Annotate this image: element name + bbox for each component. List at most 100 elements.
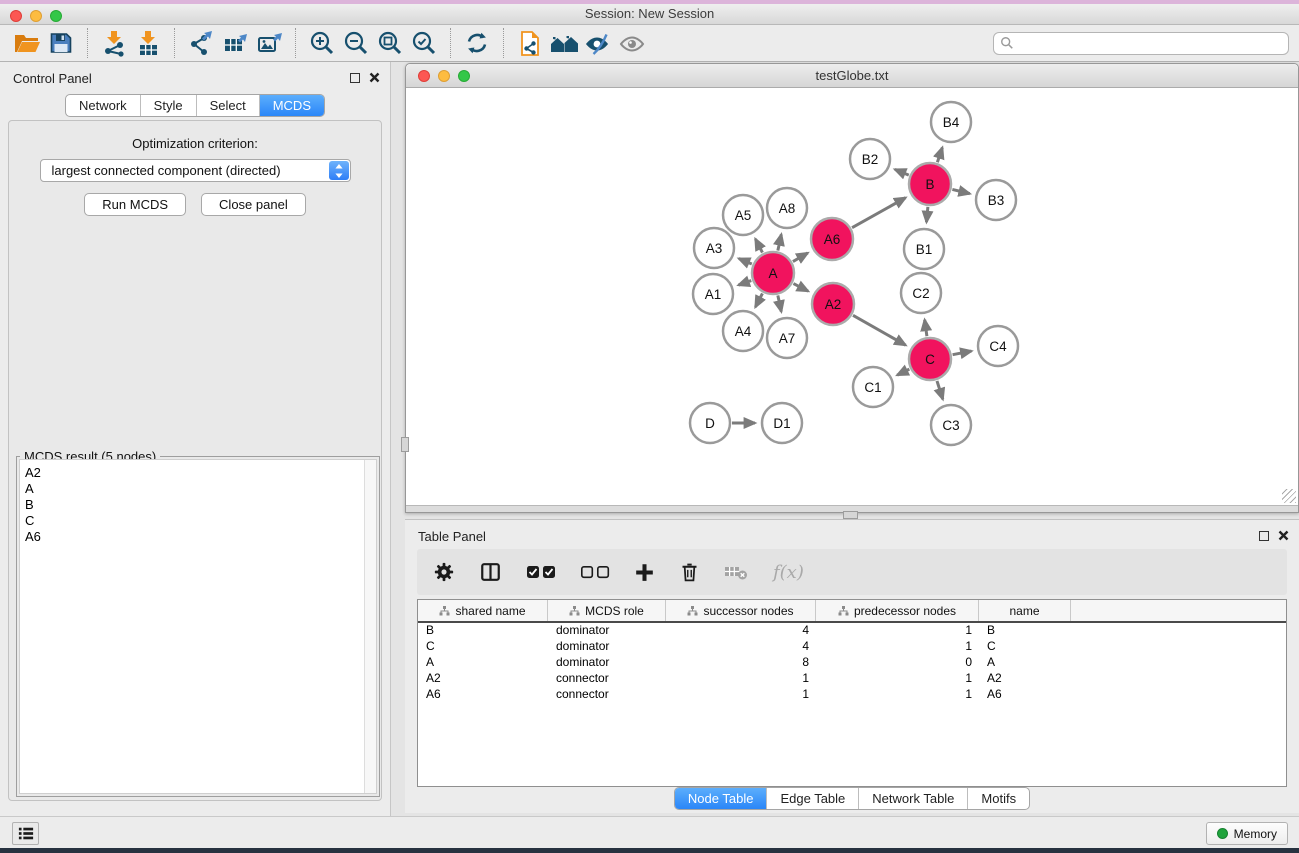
run-mcds-button[interactable]: Run MCDS — [84, 193, 186, 216]
graph-node-A2[interactable]: A2 — [812, 283, 854, 325]
table-cell[interactable]: A6 — [418, 687, 548, 703]
table-cell[interactable]: 1 — [666, 671, 816, 687]
tab-style[interactable]: Style — [140, 95, 196, 116]
select-all-button[interactable] — [526, 564, 556, 580]
zoom-in-button[interactable] — [305, 27, 339, 59]
graph-node-A5[interactable]: A5 — [723, 195, 763, 235]
graph-edge-A-A2[interactable] — [793, 284, 808, 292]
tab-mcds[interactable]: MCDS — [259, 95, 324, 116]
graph-edge-A-A6[interactable] — [793, 253, 808, 262]
close-table-panel-icon[interactable] — [1278, 530, 1289, 541]
graph-node-A3[interactable]: A3 — [694, 228, 734, 268]
open-session-file-button[interactable] — [513, 27, 547, 59]
table-cell[interactable]: connector — [548, 671, 666, 687]
table-cell[interactable]: A2 — [418, 671, 548, 687]
deselect-all-button[interactable] — [580, 564, 610, 580]
table-row[interactable]: Bdominator41B — [418, 623, 1286, 639]
network-graph[interactable]: B4B2BB3A8A5A6B1A3AC2A1A2A4A7C4CC1C3DD1 — [406, 88, 1298, 505]
graph-node-A[interactable]: A — [752, 252, 794, 294]
hide-selected-button[interactable] — [581, 27, 615, 59]
graph-edge-C-C3[interactable] — [937, 381, 943, 399]
window-resize-grip[interactable] — [1282, 489, 1296, 503]
tab-network-table[interactable]: Network Table — [858, 788, 967, 809]
table-cell[interactable]: B — [418, 623, 548, 639]
network-minimize-button[interactable] — [438, 70, 450, 82]
table-row[interactable]: Adominator80A — [418, 655, 1286, 671]
graph-edge-A-A1[interactable] — [738, 281, 751, 285]
table-row[interactable]: Cdominator41C — [418, 639, 1286, 655]
graph-edge-A6-B[interactable] — [852, 198, 906, 228]
graph-edge-C-C2[interactable] — [925, 320, 927, 336]
graph-edge-A2-C[interactable] — [853, 315, 906, 345]
export-table-button[interactable] — [218, 27, 252, 59]
column-header-shared-name[interactable]: shared name — [418, 600, 548, 621]
graph-node-B4[interactable]: B4 — [931, 102, 971, 142]
graph-edge-B-B4[interactable] — [937, 148, 942, 163]
column-header-MCDS-role[interactable]: MCDS role — [548, 600, 666, 621]
result-item[interactable]: B — [25, 497, 376, 513]
column-header-name[interactable]: name — [979, 600, 1071, 621]
graph-node-A8[interactable]: A8 — [767, 188, 807, 228]
open-session-button[interactable] — [10, 27, 44, 59]
graph-edge-A-A4[interactable] — [755, 293, 762, 307]
export-network-button[interactable] — [184, 27, 218, 59]
table-cell[interactable]: 1 — [816, 687, 979, 703]
table-cell[interactable]: 1 — [816, 639, 979, 655]
import-table-button[interactable] — [131, 27, 165, 59]
zoom-selected-button[interactable] — [407, 27, 441, 59]
show-all-button[interactable] — [615, 27, 649, 59]
graph-edge-B-B3[interactable] — [952, 189, 969, 193]
refresh-button[interactable] — [460, 27, 494, 59]
graph-node-C[interactable]: C — [909, 338, 951, 380]
tab-node-table[interactable]: Node Table — [675, 788, 767, 809]
graph-node-C3[interactable]: C3 — [931, 405, 971, 445]
table-cell[interactable]: dominator — [548, 623, 666, 639]
table-cell[interactable]: A2 — [979, 671, 1071, 687]
graph-node-B1[interactable]: B1 — [904, 229, 944, 269]
delete-column-button[interactable] — [679, 561, 700, 583]
delete-table-button[interactable] — [724, 563, 749, 581]
close-panel-icon[interactable] — [369, 72, 380, 83]
result-item[interactable]: A6 — [25, 529, 376, 545]
graph-edge-A-A3[interactable] — [739, 259, 752, 264]
table-cell[interactable]: A — [418, 655, 548, 671]
network-canvas[interactable]: B4B2BB3A8A5A6B1A3AC2A1A2A4A7C4CC1C3DD1 — [406, 88, 1298, 505]
search-field[interactable] — [993, 32, 1289, 55]
result-scrollbar[interactable] — [364, 460, 376, 793]
table-cell[interactable]: 0 — [816, 655, 979, 671]
minimize-window-button[interactable] — [30, 10, 42, 22]
graph-node-D[interactable]: D — [690, 403, 730, 443]
table-cell[interactable]: 8 — [666, 655, 816, 671]
graph-edge-C-C1[interactable] — [897, 369, 909, 375]
task-history-button[interactable] — [12, 822, 39, 845]
import-network-button[interactable] — [97, 27, 131, 59]
tab-select[interactable]: Select — [196, 95, 259, 116]
table-cell[interactable]: A — [979, 655, 1071, 671]
split-columns-button[interactable] — [479, 561, 502, 583]
graph-node-A6[interactable]: A6 — [811, 218, 853, 260]
table-cell[interactable]: dominator — [548, 639, 666, 655]
home-button[interactable] — [547, 27, 581, 59]
graph-edge-A-A8[interactable] — [778, 234, 781, 250]
save-session-button[interactable] — [44, 27, 78, 59]
table-settings-button[interactable] — [433, 561, 455, 583]
graph-node-C1[interactable]: C1 — [853, 367, 893, 407]
graph-edge-A-A7[interactable] — [778, 295, 781, 311]
graph-edge-A-A5[interactable] — [755, 239, 762, 253]
table-cell[interactable]: 4 — [666, 623, 816, 639]
zoom-out-button[interactable] — [339, 27, 373, 59]
node-table[interactable]: shared nameMCDS rolesuccessor nodesprede… — [417, 599, 1287, 787]
table-row[interactable]: A2connector11A2 — [418, 671, 1286, 687]
table-cell[interactable]: connector — [548, 687, 666, 703]
network-close-button[interactable] — [418, 70, 430, 82]
table-cell[interactable]: A6 — [979, 687, 1071, 703]
float-panel-icon[interactable] — [350, 73, 360, 83]
graph-node-B2[interactable]: B2 — [850, 139, 890, 179]
graph-node-B3[interactable]: B3 — [976, 180, 1016, 220]
zoom-fit-button[interactable] — [373, 27, 407, 59]
graph-edge-B-B2[interactable] — [895, 169, 909, 175]
network-window-titlebar[interactable]: testGlobe.txt — [406, 64, 1298, 88]
table-cell[interactable]: 4 — [666, 639, 816, 655]
graph-node-A7[interactable]: A7 — [767, 318, 807, 358]
tab-network[interactable]: Network — [66, 95, 140, 116]
